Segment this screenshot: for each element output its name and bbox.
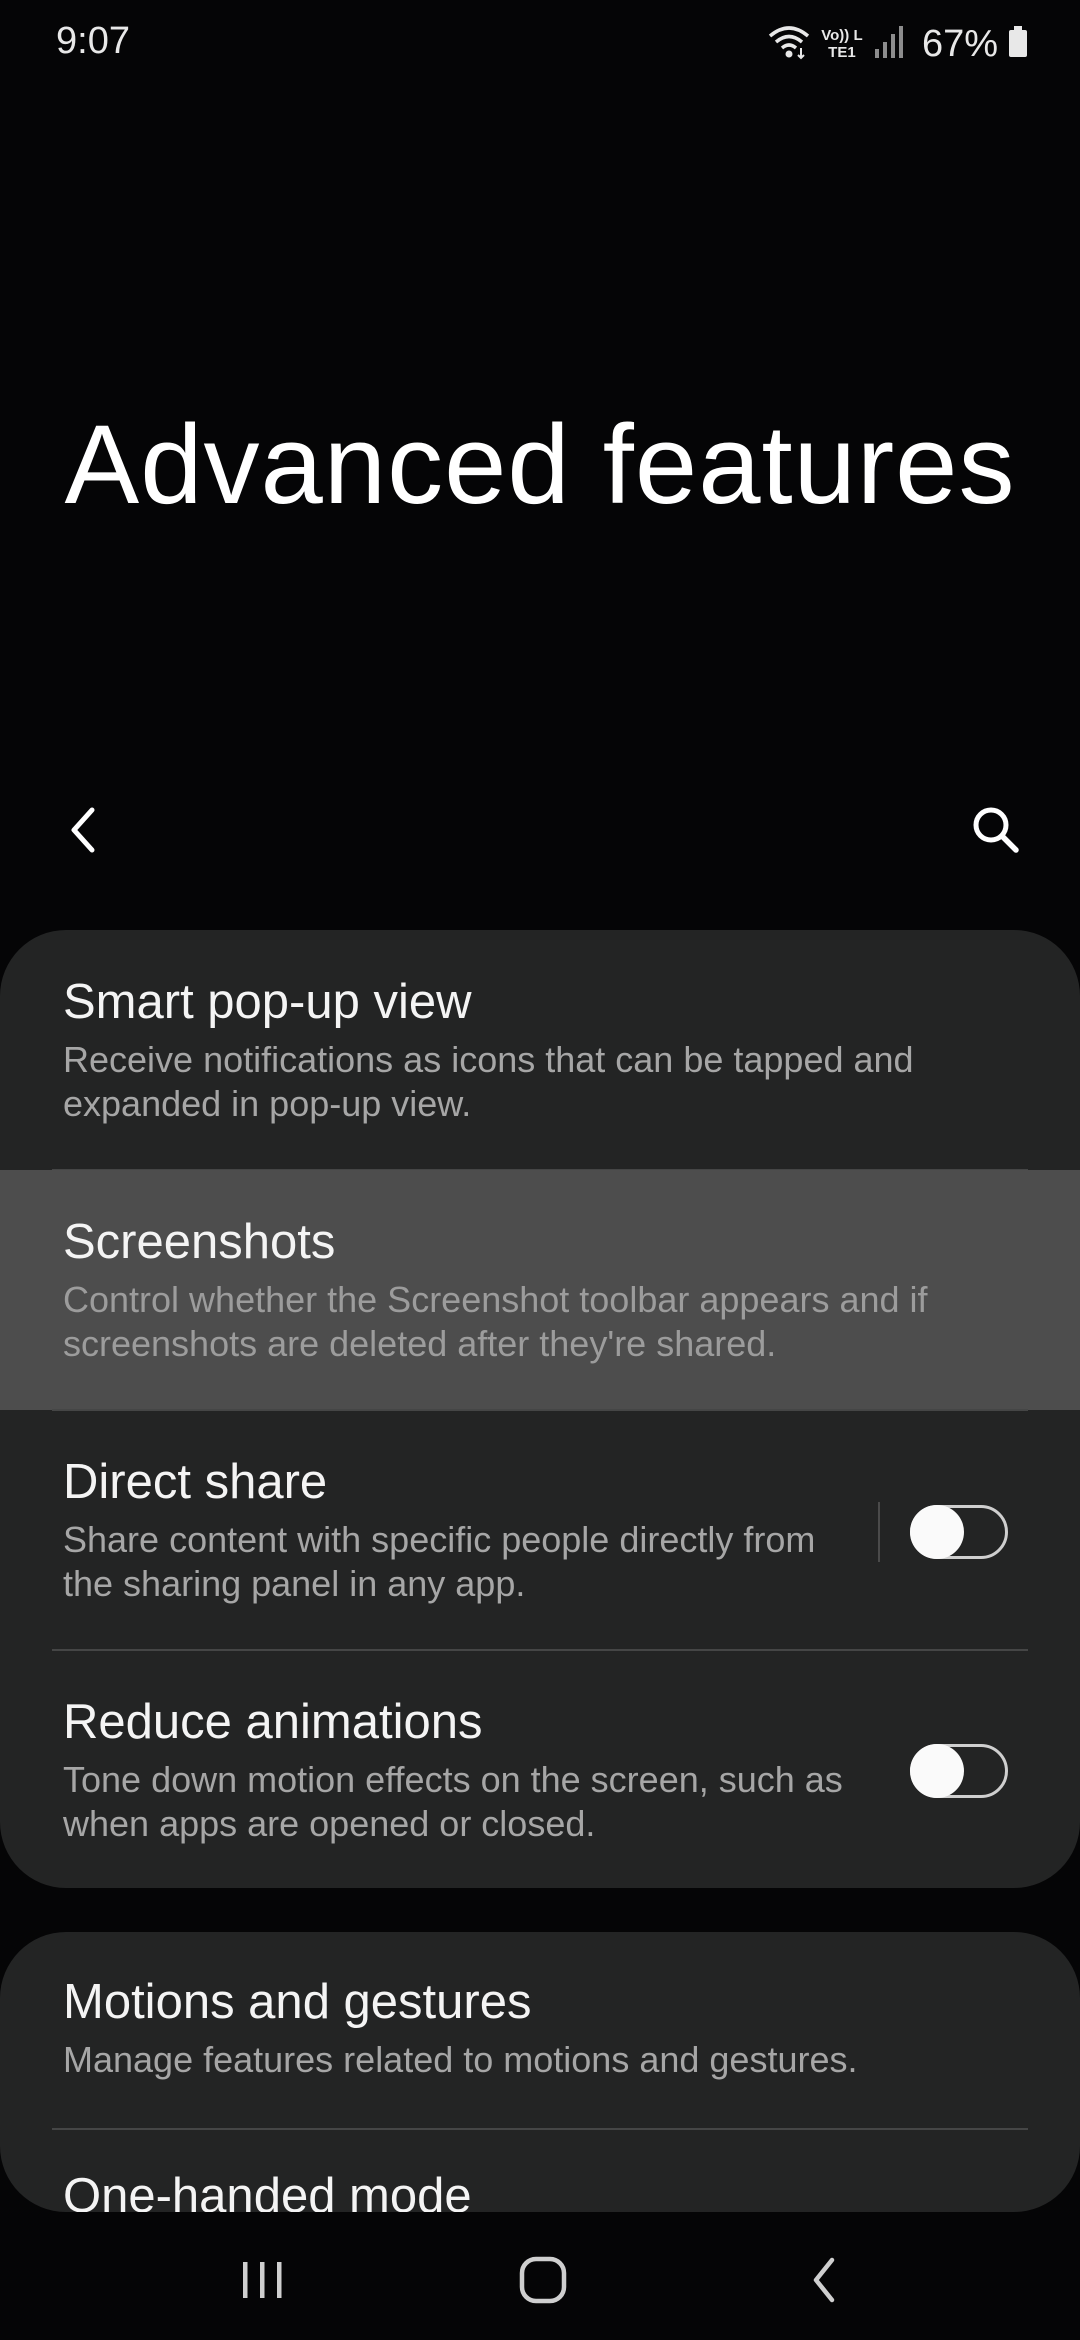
home-icon [519,2256,567,2304]
setting-summary: Tone down motion effects on the screen, … [63,1759,843,1844]
setting-title: Smart pop-up view [63,975,472,1029]
signal-icon [874,25,904,64]
wifi-icon [768,24,810,65]
setting-summary: Control whether the Screenshot toolbar a… [63,1279,928,1364]
status-time: 9:07 [56,20,130,62]
volte-lte-icon: Vo)) LTE1 [820,27,864,61]
separator [878,1502,880,1562]
direct-share-toggle[interactable] [910,1505,1008,1559]
setting-summary: Manage features related to motions and g… [63,2039,858,2080]
setting-screenshots[interactable]: Screenshots Control whether the Screensh… [0,1170,1080,1410]
toggle-knob [910,1505,964,1559]
setting-direct-share[interactable]: Direct share Share content with specific… [0,1410,1080,1650]
reduce-animations-toggle[interactable] [910,1744,1008,1798]
setting-title: Direct share [63,1455,328,1509]
network-label: Vo)) LTE1 [821,27,863,61]
home-button[interactable] [483,2235,603,2325]
setting-title: One-handed mode [63,2169,472,2212]
nav-back-button[interactable] [764,2235,884,2325]
toggle-knob [910,1744,964,1798]
status-bar: 9:07 Vo)) LTE1 67% [0,0,1080,90]
navigation-bar [0,2215,1080,2340]
setting-smart-popup-view[interactable]: Smart pop-up view Receive notifications … [0,930,1080,1170]
screen: 9:07 Vo)) LTE1 67% Advanced features Sma… [0,0,1080,2340]
back-button[interactable] [44,790,124,870]
recents-icon [243,2262,282,2298]
status-icons: Vo)) LTE1 67% [768,22,1028,66]
setting-one-handed-mode[interactable]: One-handed mode [0,2128,1080,2212]
settings-card-secondary: Motions and gestures Manage features rel… [0,1932,1080,2212]
back-icon [813,2257,835,2303]
setting-title: Motions and gestures [63,1975,532,2029]
battery-icon [1008,25,1028,63]
search-icon [973,807,1019,853]
battery-percent: 67% [921,22,998,65]
page-title: Advanced features [64,402,1016,527]
setting-reduce-animations[interactable]: Reduce animations Tone down motion effec… [0,1650,1080,1888]
settings-card-main: Smart pop-up view Receive notifications … [0,930,1080,1888]
setting-title: Reduce animations [63,1695,483,1749]
search-button[interactable] [956,790,1036,870]
setting-summary: Share content with specific people direc… [63,1519,816,1604]
setting-title: Screenshots [63,1215,336,1269]
back-chevron-icon [71,807,95,853]
recents-button[interactable] [203,2235,323,2325]
setting-summary: Receive notifications as icons that can … [63,1039,914,1124]
setting-motions-and-gestures[interactable]: Motions and gestures Manage features rel… [0,1932,1080,2122]
